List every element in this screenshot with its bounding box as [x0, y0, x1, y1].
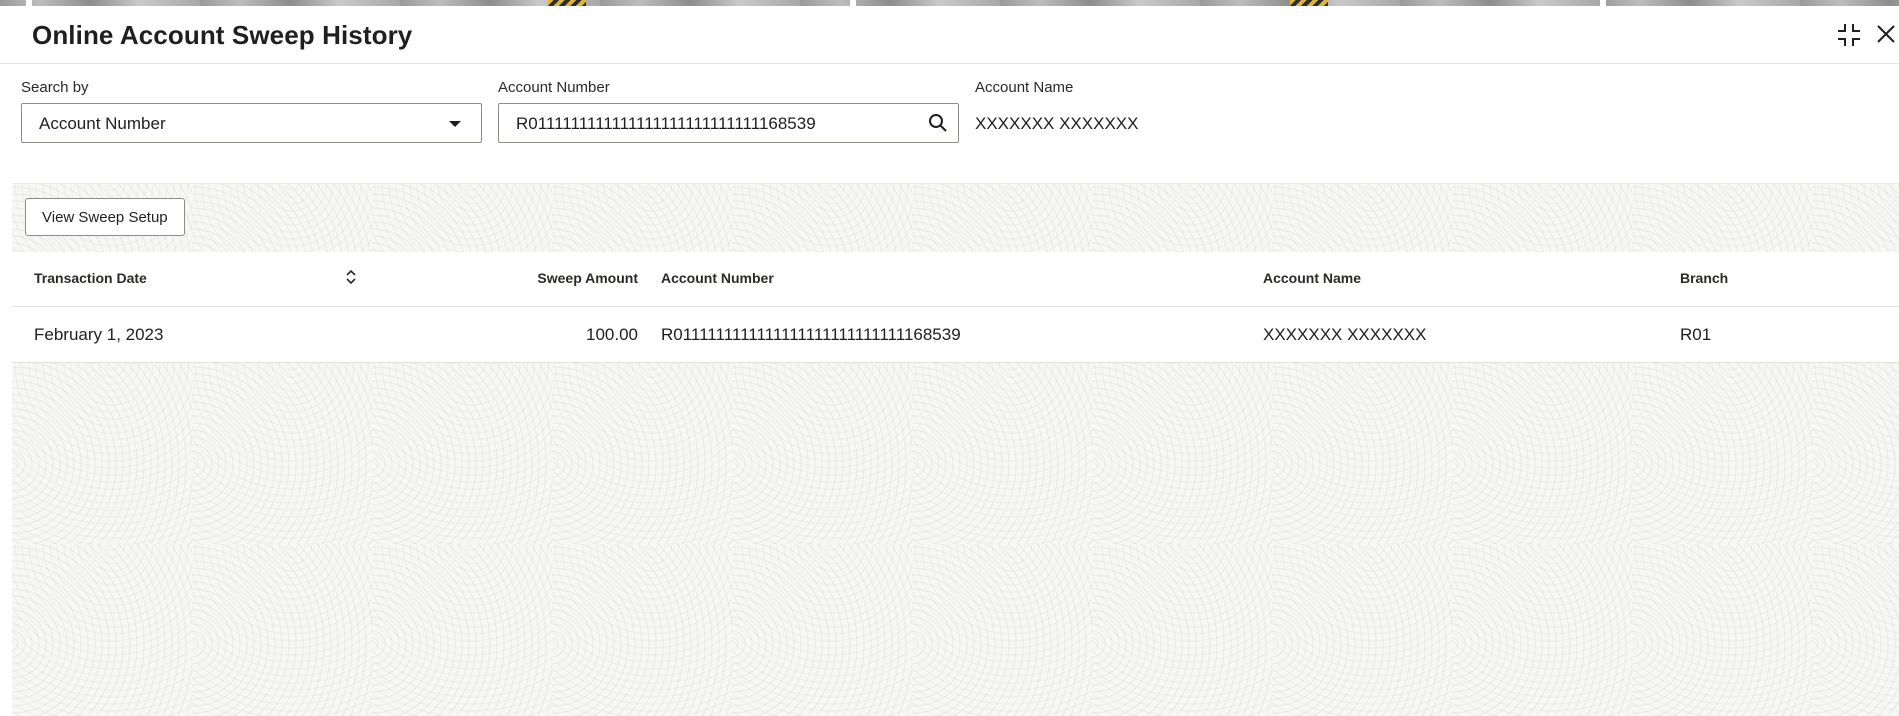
account-number-value: R0111111111111111111111111111168539 — [516, 114, 816, 133]
column-header-branch[interactable]: Branch — [1680, 270, 1728, 286]
search-by-select[interactable]: Account Number — [21, 103, 482, 143]
column-header-account-number[interactable]: Account Number — [661, 270, 774, 286]
search-by-label: Search by — [21, 79, 89, 96]
sweep-history-window: Online Account Sweep History Search by A… — [0, 6, 1899, 716]
search-icon[interactable] — [928, 113, 948, 133]
cell-account-number: R0111111111111111111111111111168539 — [661, 325, 961, 344]
account-name-label: Account Name — [975, 79, 1074, 96]
account-name-value: XXXXXXX XXXXXXX — [975, 114, 1139, 133]
chevron-down-icon — [449, 121, 461, 127]
table-header: Transaction Date Sweep Amount Account Nu… — [12, 252, 1899, 307]
collapse-icon[interactable] — [1836, 22, 1862, 48]
close-icon[interactable] — [1874, 22, 1899, 48]
account-number-input[interactable]: R0111111111111111111111111111168539 — [498, 103, 959, 143]
account-number-label: Account Number — [498, 79, 610, 96]
results-area: View Sweep Setup Transaction Date Sweep … — [12, 183, 1899, 716]
column-header-sweep-amount[interactable]: Sweep Amount — [537, 270, 638, 286]
column-header-transaction-date[interactable]: Transaction Date — [34, 270, 147, 286]
table-row[interactable]: February 1, 2023 100.00 R011111111111111… — [12, 307, 1899, 363]
cell-branch: R01 — [1680, 325, 1712, 344]
cell-account-name: XXXXXXX XXXXXXX — [1263, 325, 1427, 344]
search-by-value: Account Number — [39, 114, 166, 133]
window-header: Online Account Sweep History — [0, 6, 1899, 64]
view-sweep-setup-button[interactable]: View Sweep Setup — [25, 198, 185, 236]
sort-icon[interactable] — [344, 268, 358, 286]
page-title: Online Account Sweep History — [32, 20, 413, 50]
cell-transaction-date: February 1, 2023 — [34, 325, 164, 344]
column-header-account-name[interactable]: Account Name — [1263, 270, 1361, 286]
sweep-history-table: Transaction Date Sweep Amount Account Nu… — [12, 252, 1899, 363]
search-panel: Search by Account Number Account Number … — [0, 64, 1899, 182]
cell-sweep-amount: 100.00 — [586, 325, 638, 344]
